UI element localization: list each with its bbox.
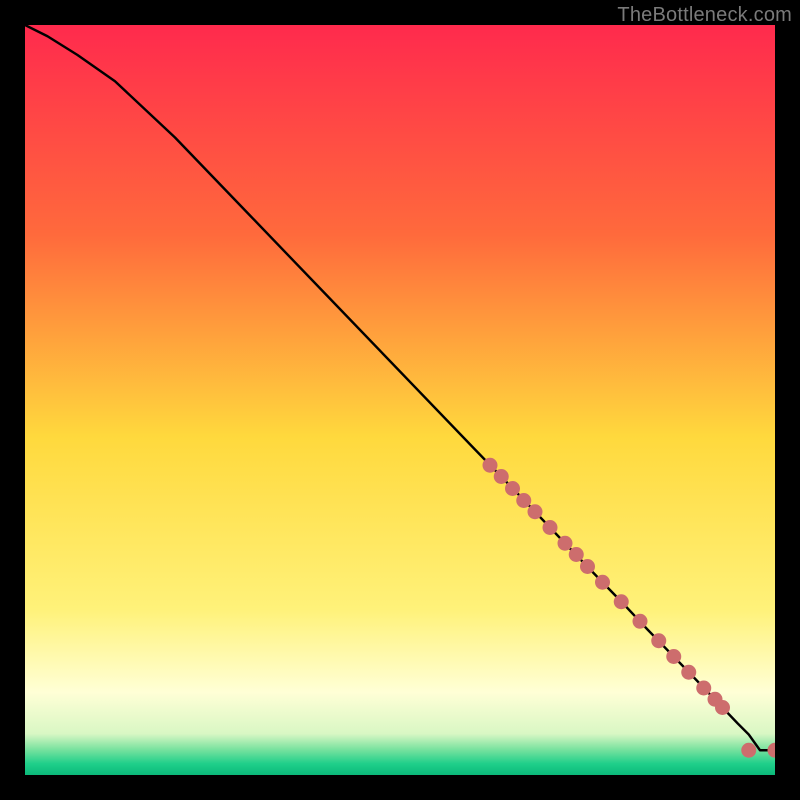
data-point — [483, 458, 498, 473]
plot-area — [25, 25, 775, 775]
data-point — [580, 559, 595, 574]
data-point — [494, 469, 509, 484]
data-point — [543, 520, 558, 535]
data-point — [681, 665, 696, 680]
data-point — [505, 481, 520, 496]
data-point — [633, 614, 648, 629]
data-point — [614, 594, 629, 609]
data-point — [741, 743, 756, 758]
data-point — [569, 547, 584, 562]
data-point — [696, 681, 711, 696]
data-point — [666, 649, 681, 664]
data-point — [715, 700, 730, 715]
data-point — [595, 575, 610, 590]
data-point — [651, 633, 666, 648]
data-point — [558, 536, 573, 551]
gradient-background — [25, 25, 775, 775]
chart-svg — [25, 25, 775, 775]
data-point — [528, 504, 543, 519]
chart-container: TheBottleneck.com — [0, 0, 800, 800]
watermark-text: TheBottleneck.com — [617, 4, 792, 27]
data-point — [516, 493, 531, 508]
